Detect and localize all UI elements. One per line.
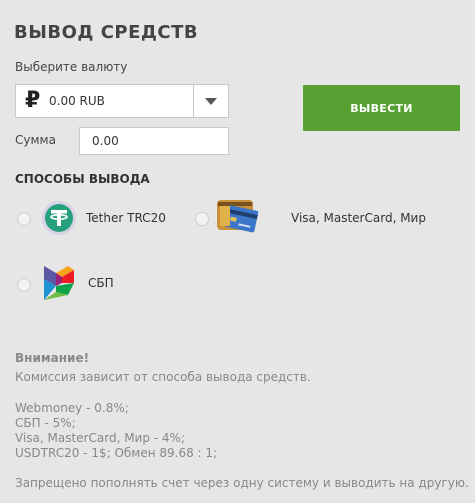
radio-tether[interactable] bbox=[17, 212, 31, 226]
tether-icon bbox=[41, 200, 77, 236]
currency-value: 0.00 RUB bbox=[49, 94, 105, 108]
radio-sbp[interactable] bbox=[17, 278, 31, 292]
fee-line: USDTRC20 - 1$; Обмен 89.68 : 1; bbox=[15, 446, 218, 460]
fee-line: СБП - 5%; bbox=[15, 416, 76, 430]
method-label-tether: Tether TRC20 bbox=[86, 211, 166, 225]
fee-line: Visa, MasterCard, Мир - 4%; bbox=[15, 431, 186, 445]
radio-cards[interactable] bbox=[195, 212, 209, 226]
ruble-icon: ₽ bbox=[25, 88, 41, 113]
sbp-icon bbox=[41, 264, 77, 302]
fee-line: Webmoney - 0.8%; bbox=[15, 401, 129, 415]
chevron-down-icon[interactable] bbox=[205, 98, 217, 105]
select-divider bbox=[193, 85, 194, 117]
amount-label: Сумма bbox=[15, 133, 56, 147]
page-title: ВЫВОД СРЕДСТВ bbox=[14, 22, 199, 43]
methods-title: СПОСОБЫ ВЫВОДА bbox=[15, 172, 150, 186]
method-label-cards: Visa, MasterCard, Мир bbox=[291, 211, 426, 225]
method-label-sbp: СБП bbox=[88, 276, 114, 290]
currency-label: Выберите валюту bbox=[15, 60, 128, 74]
bank-cards-icon bbox=[214, 196, 260, 240]
withdraw-button[interactable]: ВЫВЕСТИ bbox=[303, 85, 460, 131]
notice-heading: Внимание! bbox=[15, 351, 90, 365]
notice-warning: Запрещено пополнять счет через одну сист… bbox=[15, 476, 469, 490]
notice-commission: Комиссия зависит от способа вывода средс… bbox=[15, 370, 311, 384]
amount-input[interactable]: 0.00 bbox=[79, 127, 229, 155]
currency-select[interactable]: ₽ 0.00 RUB bbox=[15, 84, 229, 118]
